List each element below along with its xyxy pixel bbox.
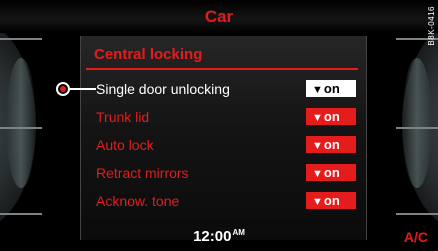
menu-row-acknow-tone[interactable]: Acknow. tone ▼on [0, 190, 438, 212]
climate-ac-label[interactable]: A/C [404, 229, 428, 245]
toggle-trunk-lid[interactable]: ▼on [306, 108, 356, 125]
clock-time: 12:00 [193, 228, 232, 245]
toggle-acknow-tone[interactable]: ▼on [306, 192, 356, 209]
menu-row-trunk-lid[interactable]: Trunk lid ▼on [0, 106, 438, 128]
selector-line [70, 88, 96, 90]
toggle-value: on [323, 137, 340, 152]
menu-heading: Central locking [94, 46, 203, 63]
right-softkey-line-bottom[interactable] [396, 213, 438, 215]
menu-row-label: Trunk lid [96, 109, 150, 125]
screen-title: Car [0, 0, 438, 33]
triangle-down-icon: ▼ [312, 112, 323, 124]
menu-row-retract-mirrors[interactable]: Retract mirrors ▼on [0, 162, 438, 184]
mmi-screen: Car Central locking Single door unlockin… [0, 0, 438, 251]
menu-row-label: Single door unlocking [96, 81, 230, 97]
triangle-down-icon: ▼ [312, 84, 323, 96]
heading-underline [86, 68, 358, 70]
triangle-down-icon: ▼ [312, 196, 323, 208]
clock-display: 12:00AM [0, 228, 438, 245]
toggle-value: on [323, 81, 340, 96]
selector-dot [60, 86, 66, 92]
toggle-value: on [323, 109, 340, 124]
toggle-value: on [323, 165, 340, 180]
toggle-value: on [323, 193, 340, 208]
toggle-single-door-unlocking[interactable]: ▼on [306, 80, 356, 97]
toggle-auto-lock[interactable]: ▼on [306, 136, 356, 153]
menu-row-label: Auto lock [96, 137, 154, 153]
toggle-retract-mirrors[interactable]: ▼on [306, 164, 356, 181]
left-softkey-line-top[interactable] [0, 38, 42, 40]
left-softkey-line-bottom[interactable] [0, 213, 42, 215]
triangle-down-icon: ▼ [312, 168, 323, 180]
clock-suffix: AM [232, 228, 245, 237]
image-code: B8K-0416 [427, 6, 436, 46]
triangle-down-icon: ▼ [312, 140, 323, 152]
menu-row-label: Retract mirrors [96, 165, 189, 181]
menu-row-auto-lock[interactable]: Auto lock ▼on [0, 134, 438, 156]
menu-row-label: Acknow. tone [96, 193, 180, 209]
